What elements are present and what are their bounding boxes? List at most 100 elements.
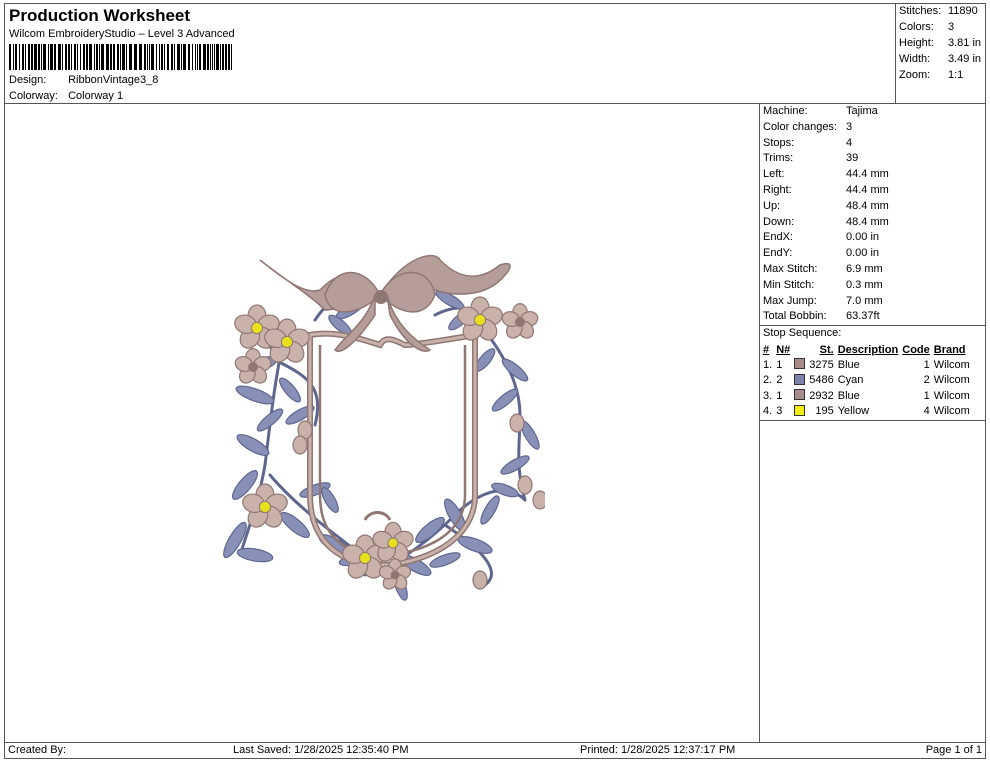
summary-label: Colors: [899,21,934,33]
machine-info-row: EndX: 0.00 in [763,231,879,243]
worksheet-header: Production Worksheet Wilcom EmbroiderySt… [4,3,896,104]
machine-info-row: EndY: 0.00 in [763,247,879,259]
needle-number: 2 [776,374,783,387]
info-label: Max Jump: [763,294,817,307]
colorway-label: Colorway: [9,90,58,102]
col-header-description: Description [837,343,899,356]
needle-number: 3 [776,405,783,418]
color-swatch [792,404,807,420]
page-number: Page 1 of 1 [925,744,982,756]
design-label: Design: [9,74,47,86]
machine-info-row: Right: 44.4 mm [763,184,889,196]
thread-brand: Wilcom [933,389,970,402]
machine-info-row: Max Stitch: 6.9 mm [763,263,883,275]
stop-row: 2. 2 5486 Cyan 2 Wilcom [761,373,972,389]
colorway-row: Colorway: Colorway 1 [9,90,123,102]
machine-info-row: Stops: 4 [763,137,852,149]
col-header-needle: N# [776,343,791,356]
info-value: 48.4 mm [846,199,889,212]
info-label: EndY: [763,247,793,260]
summary-panel: Stitches: 11890 Colors: 3 Height: 3.81 in W… [895,3,986,104]
summary-label: Stitches: [899,5,942,17]
info-value: Tajima [846,105,878,117]
info-label: Up: [763,199,781,212]
info-label: Stops: [763,136,795,149]
needle-number: 1 [776,358,783,371]
summary-stitches: Stitches: 11890 [899,5,978,17]
color-description: Blue [837,389,860,402]
info-value: 0.00 in [846,247,880,260]
info-label: Total Bobbin: [763,310,827,323]
machine-info-row: Left: 44.4 mm [763,168,889,180]
stop-index: 1. [763,358,773,371]
info-label: Down: [763,215,795,228]
machine-info-row: Max Jump: 7.0 mm [763,295,883,307]
printed-date: Printed: 1/28/2025 12:37:17 PM [580,744,736,756]
summary-zoom: Zoom: 1:1 [899,69,963,81]
info-label: Trims: [763,152,794,165]
thread-brand: Wilcom [933,374,970,387]
needle-number: 1 [776,389,783,402]
stop-index: 3. [763,389,773,402]
summary-colors: Colors: 3 [899,21,954,33]
summary-value: 3.81 in [948,37,982,49]
stop-index: 4. [763,405,773,418]
color-code: 2 [923,374,930,387]
summary-value: 3 [948,21,955,33]
info-label: Max Stitch: [763,263,818,275]
info-value: 44.4 mm [846,184,889,196]
colorway-name: Colorway 1 [68,90,124,102]
worksheet-title: Production Worksheet [9,6,191,25]
info-value: 0.00 in [846,231,880,244]
stop-row: 1. 1 3275 Blue 1 Wilcom [761,357,972,373]
machine-info-panel: Machine: Tajima Color changes: 3 Stops: 4 Trim… [759,103,986,743]
summary-label: Zoom: [899,69,931,81]
color-description: Yellow [837,405,870,418]
machine-info-row: Min Stitch: 0.3 mm [763,279,883,291]
summary-height: Height: 3.81 in [899,37,981,49]
stitch-count: 2932 [809,389,834,402]
color-swatch [792,388,807,404]
worksheet-footer: Created By: Last Saved: 1/28/2025 12:35:… [4,742,986,759]
color-swatch [792,373,807,389]
info-label: EndX: [763,231,793,244]
color-code: 1 [923,358,930,371]
machine-info-row: Total Bobbin: 63.37ft [763,310,880,322]
stop-index: 2. [763,374,773,387]
summary-label: Width: [899,53,931,65]
color-description: Blue [837,358,860,371]
stop-sequence-table: # N# St. Description Code Brand 1. 1 3275 B… [761,342,972,419]
thread-brand: Wilcom [933,405,970,418]
summary-value: 11890 [948,5,978,17]
info-label: Min Stitch: [763,278,815,291]
info-label: Color changes: [763,120,837,133]
info-label: Machine: [763,105,808,117]
info-value: 4 [846,136,853,149]
color-code: 4 [923,405,930,418]
embroidery-design-image [223,254,545,601]
machine-info-row: Up: 48.4 mm [763,200,889,212]
info-label: Right: [763,184,792,196]
machine-info-row: Machine: Tajima [763,105,878,117]
stitch-count: 195 [815,405,834,418]
info-value: 7.0 mm [846,294,883,307]
info-label: Left: [763,168,785,181]
summary-width: Width: 3.49 in [899,53,981,65]
info-value: 44.4 mm [846,168,889,181]
col-header-stitches: St. [819,343,834,356]
col-header-swatch [792,342,807,357]
info-value: 48.4 mm [846,215,889,228]
info-value: 39 [846,152,859,165]
software-name: Wilcom EmbroideryStudio – Level 3 Advanc… [9,28,235,40]
table-header-row: # N# St. Description Code Brand [761,342,972,357]
info-value: 3 [846,120,853,133]
stop-sequence-title: Stop Sequence: [763,327,842,339]
summary-value: 3.49 in [948,53,982,65]
info-value: 0.3 mm [846,278,883,291]
summary-value: 1:1 [948,69,964,81]
last-saved: Last Saved: 1/28/2025 12:35:40 PM [233,744,409,756]
stop-row: 4. 3 195 Yellow 4 Wilcom [761,404,972,420]
design-name: RibbonVintage3_8 [68,74,159,86]
col-header-brand: Brand [933,343,966,356]
info-value: 6.9 mm [846,263,883,275]
